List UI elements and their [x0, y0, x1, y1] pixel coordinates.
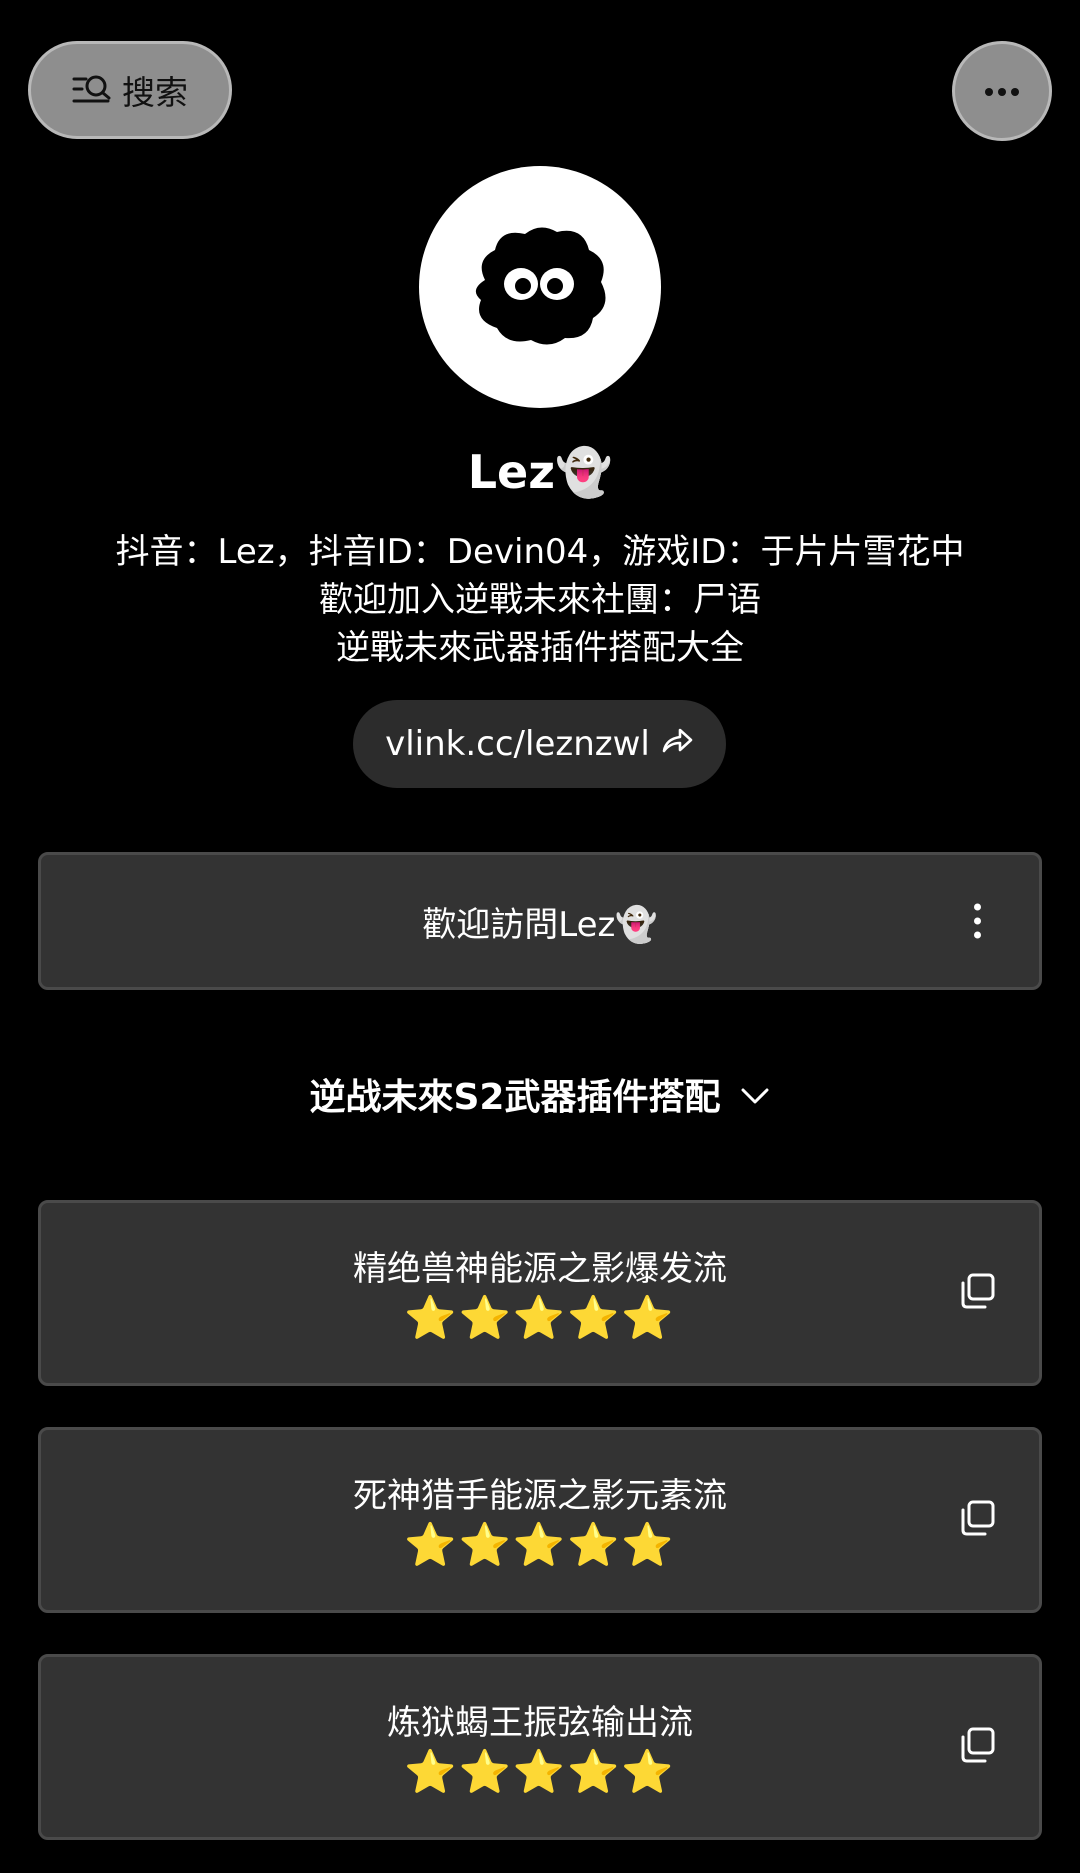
item-title: 炼狱蝎王振弦输出流: [387, 1703, 693, 1743]
copy-icon[interactable]: [957, 1271, 997, 1315]
bio-line: 抖音：Lez，抖音ID：Devin04，游戏ID：于片片雪花中: [115, 532, 965, 572]
section-header[interactable]: 逆战未來S2武器插件搭配: [0, 1068, 1080, 1120]
item-title: 死神猎手能源之影元素流: [353, 1476, 727, 1516]
section-title: 逆战未來S2武器插件搭配: [309, 1077, 721, 1118]
copy-icon[interactable]: [957, 1725, 997, 1769]
chevron-down-icon: [740, 1074, 770, 1115]
soot-sprite-avatar: [465, 220, 615, 354]
profile-bio: 抖音：Lez，抖音ID：Devin04，游戏ID：于片片雪花中 歡迎加入逆戰未來…: [0, 528, 1080, 672]
profile-link-text: vlink.cc/leznzwl: [385, 724, 650, 764]
list-item[interactable]: 炼狱蝎王振弦输出流 ⭐⭐⭐⭐⭐: [38, 1654, 1042, 1840]
search-button[interactable]: 搜索: [28, 41, 232, 139]
welcome-card-title: 歡迎訪問Lez👻: [422, 904, 658, 945]
star-rating: ⭐⭐⭐⭐⭐: [404, 1747, 676, 1796]
profile-link-button[interactable]: vlink.cc/leznzwl: [353, 700, 726, 788]
list-item[interactable]: 死神猎手能源之影元素流 ⭐⭐⭐⭐⭐: [38, 1427, 1042, 1613]
star-rating: ⭐⭐⭐⭐⭐: [404, 1520, 676, 1569]
list-item[interactable]: 精绝兽神能源之影爆发流 ⭐⭐⭐⭐⭐: [38, 1200, 1042, 1386]
welcome-card[interactable]: 歡迎訪問Lez👻: [38, 852, 1042, 990]
bio-line: 歡迎加入逆戰未來社團：尸语: [319, 580, 761, 620]
search-label: 搜索: [122, 73, 188, 112]
more-horizontal-icon: [984, 82, 1020, 101]
item-title: 精绝兽神能源之影爆发流: [353, 1249, 727, 1289]
kebab-menu-icon[interactable]: [974, 903, 981, 939]
avatar: [419, 166, 661, 408]
bio-line: 逆戰未來武器插件搭配大全: [336, 628, 744, 668]
copy-icon[interactable]: [957, 1498, 997, 1542]
more-options-button[interactable]: [952, 41, 1052, 141]
profile-name: Lez👻: [467, 445, 613, 499]
star-rating: ⭐⭐⭐⭐⭐: [404, 1293, 676, 1342]
search-list-icon: [72, 73, 112, 107]
share-arrow-icon: [660, 724, 694, 764]
